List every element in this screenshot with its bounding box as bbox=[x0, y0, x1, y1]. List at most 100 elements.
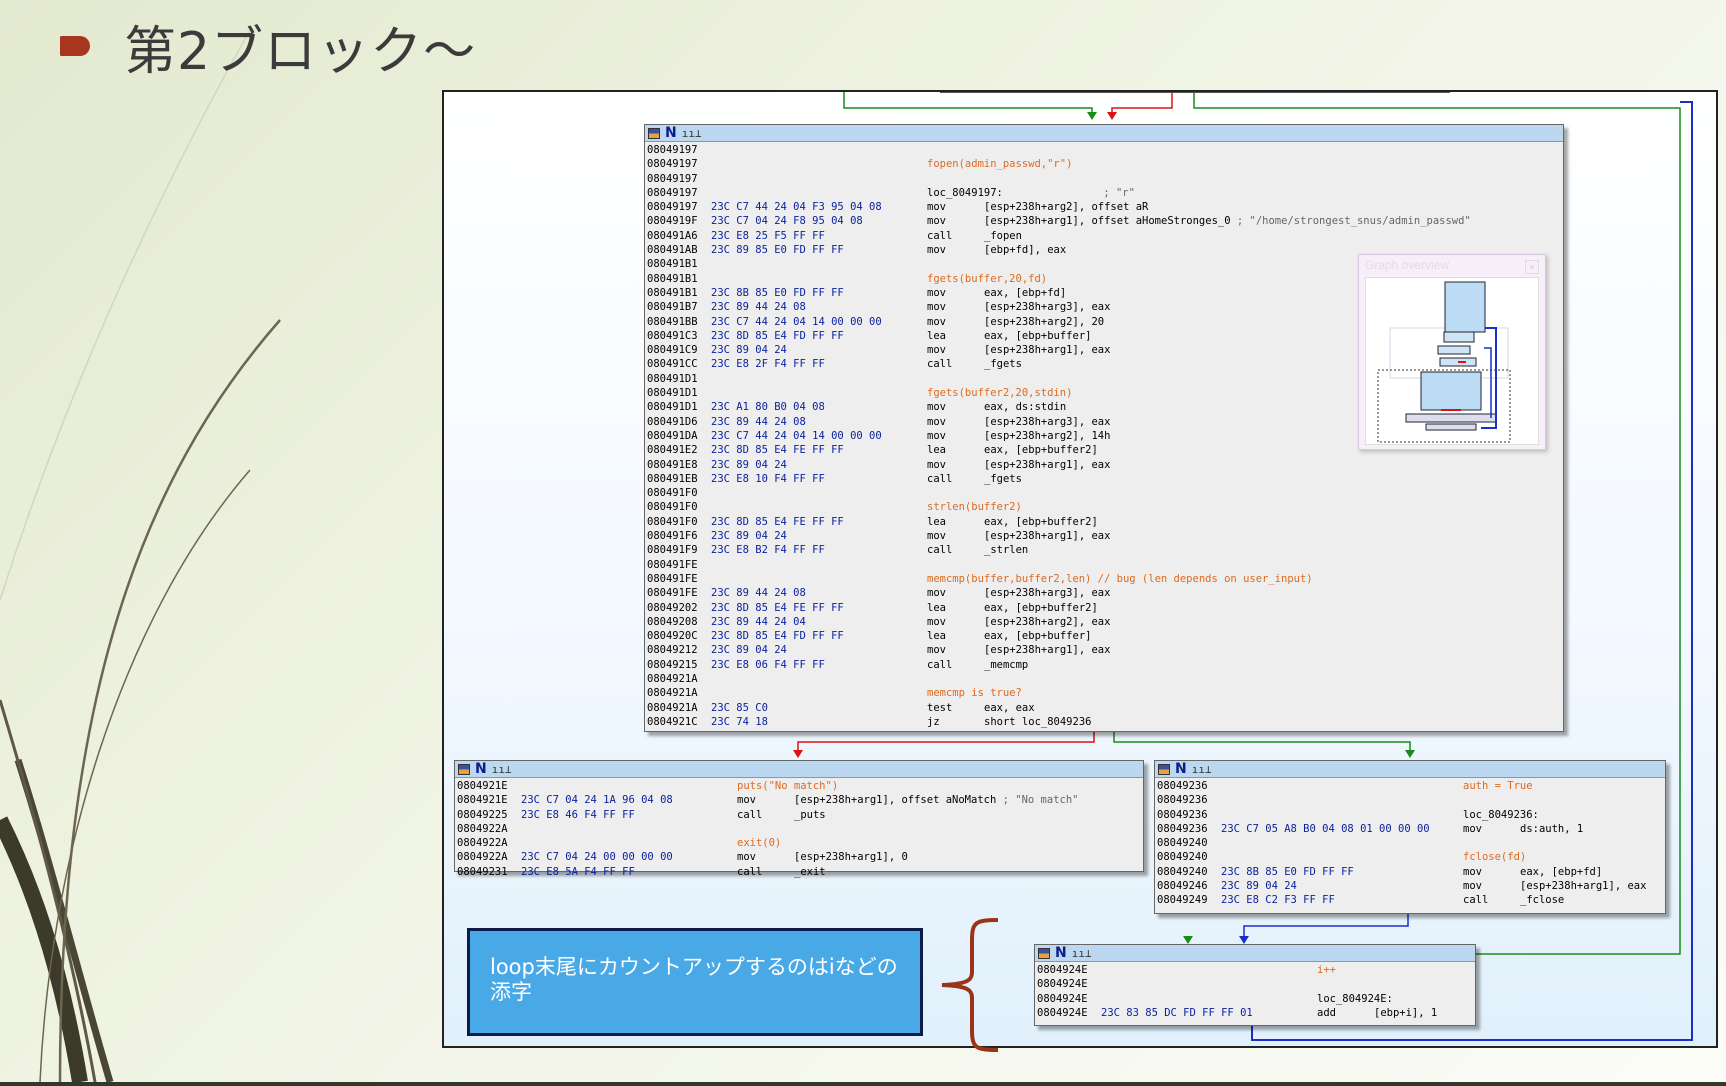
code-line[interactable]: 080491F0 strlen(buffer2) bbox=[647, 500, 1563, 514]
instruction bbox=[1317, 977, 1374, 991]
graph-icon[interactable]: ıı⊥ bbox=[1192, 763, 1212, 776]
operands: eax, [ebp+buffer2] bbox=[984, 444, 1098, 457]
graph-icon[interactable]: ıı⊥ bbox=[682, 127, 702, 140]
code-line[interactable]: 0804921E 23C C7 04 24 1A 96 04 08 mov [esp+… bbox=[457, 793, 1143, 807]
code-line[interactable]: 080491A6 23C E8 25 F5 FF FF call _fopen bbox=[647, 229, 1563, 243]
mnemonic: mov bbox=[927, 344, 946, 357]
code-line[interactable]: 0804924E bbox=[1037, 977, 1475, 991]
code-line[interactable]: 0804921A bbox=[647, 672, 1563, 686]
code-line[interactable]: 08049202 23C 8D 85 E4 FE FF FF lea eax, [eb… bbox=[647, 601, 1563, 615]
code-block-no-match[interactable]: N ıı⊥ 0804921E puts("No match") 0804921E 23… bbox=[454, 760, 1144, 878]
opcode-bytes bbox=[1101, 992, 1317, 1006]
code-line[interactable]: 08049236 loc_8049236: bbox=[1157, 808, 1665, 822]
mnemonic: loc_8049236: bbox=[1463, 808, 1539, 821]
code-line[interactable]: 08049215 23C E8 06 F4 FF FF call _memcmp bbox=[647, 658, 1563, 672]
operands: [ebp+i], 1 bbox=[1374, 1006, 1438, 1019]
code-line[interactable]: 0804922A exit(0) bbox=[457, 836, 1143, 850]
mnemonic: call bbox=[927, 229, 953, 242]
code-block-auth[interactable]: N ıı⊥ 08049236 auth = True 08049236 0804923… bbox=[1154, 760, 1666, 914]
code-line[interactable]: 0804924E loc_804924E: bbox=[1037, 992, 1475, 1006]
code-line[interactable]: 08049197 loc_8049197: ; "r" bbox=[647, 186, 1563, 200]
code-line[interactable]: 080491FE 23C 89 44 24 08 mov [esp+238h+arg3… bbox=[647, 586, 1563, 600]
instruction: mov ds:auth, 1 bbox=[1463, 822, 1583, 836]
mnemonic: mov bbox=[1463, 822, 1482, 835]
address: 08049236 bbox=[1157, 822, 1208, 835]
operands: eax, eax bbox=[984, 701, 1035, 714]
address: 080491B7 bbox=[647, 301, 698, 314]
code-line[interactable]: 080491FE bbox=[647, 558, 1563, 572]
address: 080491BB bbox=[647, 315, 698, 328]
graph-overview-window[interactable]: Graph overview × bbox=[1358, 254, 1546, 450]
code-line[interactable]: 0804924E 23C 83 85 DC FD FF FF 01 add [ebp+… bbox=[1037, 1006, 1475, 1020]
code-line[interactable]: 080491F6 23C 89 04 24 mov [esp+238h+arg1], … bbox=[647, 529, 1563, 543]
opcode-bytes: 23C E8 2F F4 FF FF bbox=[711, 358, 825, 371]
code-line[interactable]: 0804922A 23C C7 04 24 00 00 00 00 mov [esp+… bbox=[457, 850, 1143, 864]
code-line[interactable]: 0804921A memcmp is true? bbox=[647, 686, 1563, 700]
slide-bottom-line bbox=[0, 1082, 1726, 1086]
mnemonic: call bbox=[927, 358, 953, 371]
node-n-icon[interactable]: N bbox=[665, 126, 677, 140]
mnemonic: loc_8049197: bbox=[927, 186, 1003, 199]
mnemonic: loc_804924E: bbox=[1317, 992, 1393, 1005]
code-line[interactable]: 080491F0 23C 8D 85 E4 FE FF FF lea eax, [eb… bbox=[647, 515, 1563, 529]
code-line[interactable]: 080491FE memcmp(buffer,buffer2,len) // bu… bbox=[647, 572, 1563, 586]
code-line[interactable]: 0804919F 23C C7 04 24 F8 95 04 08 mov [esp+… bbox=[647, 214, 1563, 228]
address: 08049208 bbox=[647, 615, 698, 628]
mnemonic: mov bbox=[1463, 865, 1482, 878]
code-line[interactable]: 08049240 fclose(fd) bbox=[1157, 850, 1665, 864]
graph-icon[interactable]: ıı⊥ bbox=[492, 763, 512, 776]
palette-icon[interactable] bbox=[1038, 947, 1050, 959]
instruction: loc_804924E: bbox=[1317, 992, 1487, 1006]
address: 080491D1 bbox=[647, 401, 698, 414]
block-header: N ıı⊥ bbox=[645, 125, 1563, 142]
code-line[interactable]: 08049208 23C 89 44 24 04 mov [esp+238h+arg2… bbox=[647, 615, 1563, 629]
address: 08049240 bbox=[1157, 837, 1208, 850]
palette-icon[interactable] bbox=[458, 763, 470, 775]
comment: fgets(buffer2,20,stdin) bbox=[927, 387, 1073, 400]
code-line[interactable]: 0804921C 23C 74 18 jz short loc_8049236 bbox=[647, 715, 1563, 729]
comment: strlen(buffer2) bbox=[927, 501, 1022, 514]
address: 080491E2 bbox=[647, 444, 698, 457]
palette-icon[interactable] bbox=[648, 127, 660, 139]
code-line[interactable]: 08049231 23C E8 5A F4 FF FF call _exit bbox=[457, 865, 1143, 879]
code-line[interactable]: 0804924E i++ bbox=[1037, 963, 1475, 977]
code-line[interactable]: 08049197 bbox=[647, 143, 1563, 157]
code-line[interactable]: 080491E8 23C 89 04 24 mov [esp+238h+arg1], … bbox=[647, 458, 1563, 472]
code-line[interactable]: 08049236 bbox=[1157, 793, 1665, 807]
code-line[interactable]: 08049236 23C C7 05 A8 B0 04 08 01 00 00 0… bbox=[1157, 822, 1665, 836]
palette-icon[interactable] bbox=[1158, 763, 1170, 775]
mnemonic: lea bbox=[927, 515, 946, 528]
code-line[interactable]: 0804921A 23C 85 C0 test eax, eax bbox=[647, 701, 1563, 715]
code-line[interactable]: 08049197 bbox=[647, 172, 1563, 186]
code-line[interactable]: 080491F9 23C E8 B2 F4 FF FF call _strlen bbox=[647, 543, 1563, 557]
block-header: N ıı⊥ bbox=[1155, 761, 1665, 778]
node-n-icon[interactable]: N bbox=[1175, 762, 1187, 776]
code-line[interactable]: 08049246 23C 89 04 24 mov [esp+238h+arg1], … bbox=[1157, 879, 1665, 893]
mnemonic: lea bbox=[927, 601, 946, 614]
node-n-icon[interactable]: N bbox=[475, 762, 487, 776]
node-n-icon[interactable]: N bbox=[1055, 946, 1067, 960]
code-line[interactable]: 08049240 23C 8B 85 E0 FD FF FF mov eax, [eb… bbox=[1157, 865, 1665, 879]
code-line[interactable]: 08049225 23C E8 46 F4 FF FF call _puts bbox=[457, 808, 1143, 822]
code-line[interactable]: 08049249 23C E8 C2 F3 FF FF call _fclose bbox=[1157, 893, 1665, 907]
title-bullet-arrow-icon bbox=[60, 36, 90, 56]
code-line[interactable]: 0804922A bbox=[457, 822, 1143, 836]
operands: ds:auth, 1 bbox=[1520, 822, 1584, 835]
repeatable-comment: ; "No match" bbox=[1002, 794, 1079, 807]
code-line[interactable]: 08049212 23C 89 04 24 mov [esp+238h+arg1], … bbox=[647, 643, 1563, 657]
operands: [esp+238h+arg2], 20 bbox=[984, 315, 1105, 328]
code-line[interactable]: 080491F0 bbox=[647, 486, 1563, 500]
code-block-increment[interactable]: N ıı⊥ 0804924E i++ 0804924E 0804924E loc_804… bbox=[1034, 944, 1476, 1026]
opcode-bytes: 23C C7 44 24 04 14 00 00 00 bbox=[711, 429, 882, 442]
code-line[interactable]: 08049197 fopen(admin_passwd,"r") bbox=[647, 157, 1563, 171]
code-line[interactable]: 080491EB 23C E8 10 F4 FF FF call _fgets bbox=[647, 472, 1563, 486]
graph-icon[interactable]: ıı⊥ bbox=[1072, 947, 1092, 960]
graph-overview-canvas[interactable] bbox=[1365, 277, 1539, 445]
ida-graph-view[interactable]: N ıı⊥ 08049197 08049197 fopen(admin_passwd… bbox=[442, 90, 1718, 1048]
code-line[interactable]: 08049236 auth = True bbox=[1157, 779, 1665, 793]
code-line[interactable]: 08049240 bbox=[1157, 836, 1665, 850]
code-line[interactable]: 0804920C 23C 8D 85 E4 FD FF FF lea eax, [eb… bbox=[647, 629, 1563, 643]
close-icon[interactable]: × bbox=[1525, 260, 1539, 274]
code-line[interactable]: 0804921E puts("No match") bbox=[457, 779, 1143, 793]
code-line[interactable]: 08049197 23C C7 44 24 04 F3 95 04 08 mov [e… bbox=[647, 200, 1563, 214]
